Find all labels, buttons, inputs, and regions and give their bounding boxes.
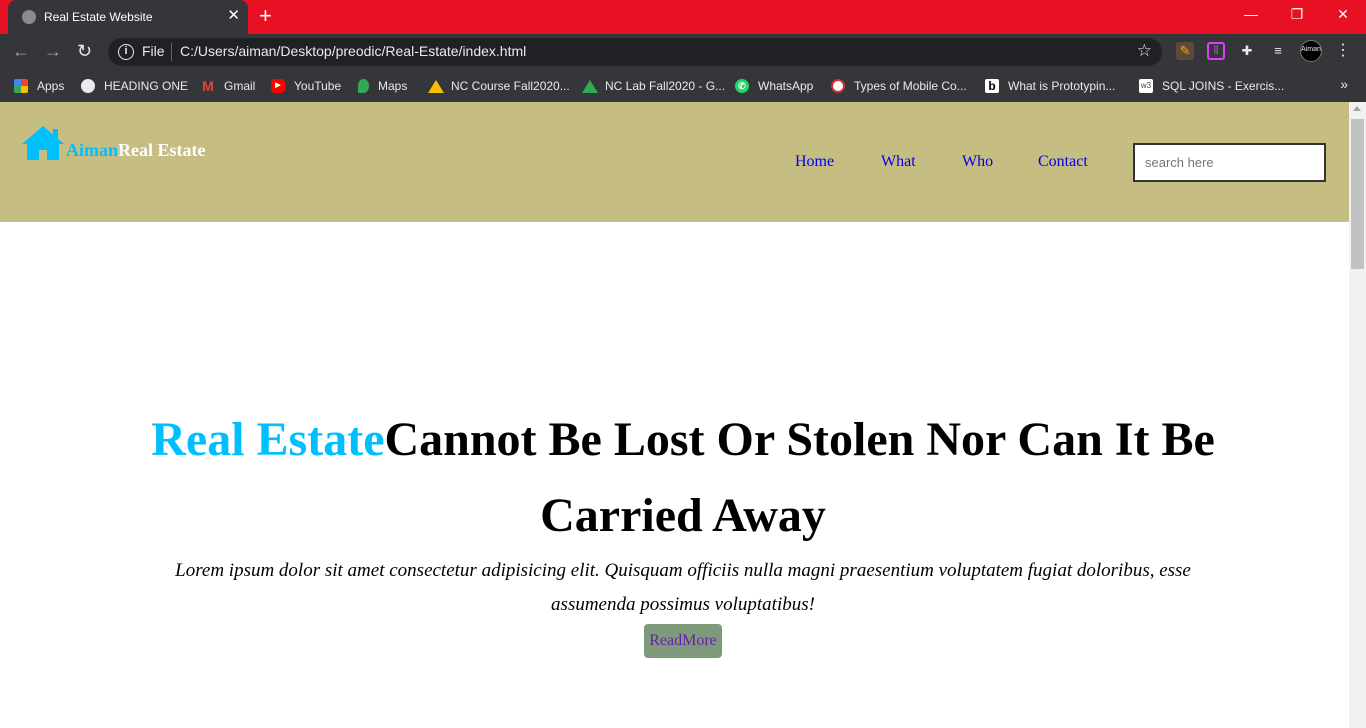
bookmark-label: Types of Mobile Co...: [854, 79, 967, 93]
search-input[interactable]: [1133, 143, 1326, 182]
globe-icon: [81, 79, 95, 93]
profile-avatar[interactable]: Aiman: [1300, 40, 1322, 62]
bookmark-label: SQL JOINS - Exercis...: [1162, 79, 1285, 93]
google-drive-icon: [582, 79, 598, 93]
browser-title-bar: Real Estate Website ✕ + — ❐ ✕: [0, 0, 1366, 34]
forward-icon[interactable]: →: [44, 41, 62, 61]
bookmark-label: HEADING ONE: [104, 79, 189, 93]
bookmarks-bar: Apps HEADING ONE M Gmail ▶ YouTube Maps …: [0, 70, 1366, 102]
read-more-button[interactable]: ReadMore: [644, 624, 722, 658]
site-icon: b: [985, 79, 999, 93]
site-logo[interactable]: Aiman Real Estate: [20, 124, 206, 162]
site-icon: [831, 79, 845, 93]
bookmark-label: What is Prototypin...: [1008, 79, 1116, 93]
tab-close-icon[interactable]: ✕: [227, 7, 240, 25]
extension-pen-icon[interactable]: ✎: [1176, 42, 1194, 60]
bookmark-star-icon[interactable]: ☆: [1137, 41, 1152, 61]
w3schools-icon: w3: [1139, 79, 1153, 93]
bookmark-mobile-types[interactable]: Types of Mobile Co...: [831, 77, 967, 95]
bookmark-nc-course[interactable]: NC Course Fall2020...: [428, 77, 570, 95]
page-viewport: Aiman Real Estate Home What Who Contact …: [0, 102, 1349, 728]
browser-toolbar: ← → ↻ i File C:/Users/aiman/Desktop/preo…: [0, 34, 1366, 70]
back-icon[interactable]: ←: [12, 41, 30, 61]
bookmark-label: WhatsApp: [758, 79, 814, 93]
browser-tab[interactable]: Real Estate Website ✕: [8, 0, 248, 34]
whatsapp-icon: ✆: [735, 79, 749, 93]
hero-section: Real EstateCannot Be Lost Or Stolen Nor …: [0, 402, 1349, 658]
hero-heading: Real EstateCannot Be Lost Or Stolen Nor …: [133, 402, 1233, 554]
restore-button[interactable]: ❐: [1277, 4, 1317, 24]
bookmark-maps[interactable]: Maps: [358, 77, 407, 95]
scheme-label: File: [142, 43, 165, 59]
bookmark-label: NC Lab Fall2020 - G...: [605, 79, 726, 93]
address-separator: [171, 43, 172, 61]
bookmark-nc-lab[interactable]: NC Lab Fall2020 - G...: [582, 77, 725, 95]
nav-who[interactable]: Who: [962, 153, 993, 171]
site-header: Aiman Real Estate Home What Who Contact: [0, 102, 1349, 222]
bookmark-youtube[interactable]: ▶ YouTube: [271, 77, 341, 95]
bookmark-prototyping[interactable]: b What is Prototypin...: [985, 77, 1115, 95]
extension-chart-icon[interactable]: ⫼: [1207, 42, 1225, 60]
hero-body: Lorem ipsum dolor sit amet consectetur a…: [175, 560, 1191, 615]
bookmark-label: YouTube: [294, 79, 342, 93]
nav-what[interactable]: What: [881, 153, 916, 171]
minimize-button[interactable]: —: [1231, 4, 1271, 24]
nav-home[interactable]: Home: [795, 153, 834, 171]
scroll-up-icon[interactable]: [1353, 106, 1361, 111]
bookmark-gmail[interactable]: M Gmail: [201, 77, 255, 95]
bookmark-label: NC Course Fall2020...: [451, 79, 570, 93]
google-drive-icon: [428, 79, 444, 93]
address-bar[interactable]: i File C:/Users/aiman/Desktop/preodic/Re…: [108, 38, 1162, 66]
media-queue-icon[interactable]: ≡: [1269, 42, 1287, 60]
url-text[interactable]: C:/Users/aiman/Desktop/preodic/Real-Esta…: [180, 43, 526, 59]
bookmark-heading-one[interactable]: HEADING ONE: [81, 77, 188, 95]
info-icon[interactable]: i: [118, 44, 134, 60]
reload-icon[interactable]: ↻: [77, 41, 92, 61]
hero-heading-accent: Real Estate: [151, 413, 385, 466]
close-window-button[interactable]: ✕: [1323, 4, 1363, 24]
page-scrollbar[interactable]: [1349, 102, 1366, 728]
bookmark-label: Apps: [37, 79, 65, 93]
tab-favicon-icon: [22, 10, 36, 24]
menu-kebab-icon[interactable]: ⋮: [1334, 42, 1352, 60]
bookmark-label: Maps: [378, 79, 408, 93]
scrollbar-thumb[interactable]: [1351, 119, 1364, 269]
brand-name-part1: Aiman: [66, 140, 119, 160]
gmail-icon: M: [202, 78, 214, 94]
hero-heading-rest: Cannot Be Lost Or Stolen Nor Can It Be C…: [384, 413, 1215, 542]
brand-name-part2: Real Estate: [118, 140, 206, 160]
new-tab-button[interactable]: +: [259, 5, 272, 27]
tab-title: Real Estate Website: [44, 10, 153, 24]
bookmark-label: Gmail: [224, 79, 256, 93]
extensions-puzzle-icon[interactable]: ✚: [1238, 42, 1256, 60]
maps-icon: [358, 79, 369, 93]
bookmark-apps[interactable]: Apps: [14, 77, 64, 95]
bookmarks-overflow-icon[interactable]: »: [1340, 76, 1348, 92]
youtube-icon: ▶: [271, 79, 285, 93]
bookmark-whatsapp[interactable]: ✆ WhatsApp: [735, 77, 813, 95]
apps-grid-icon: [14, 79, 28, 93]
nav-contact[interactable]: Contact: [1038, 153, 1088, 171]
bookmark-sql-joins[interactable]: w3 SQL JOINS - Exercis...: [1139, 77, 1284, 95]
house-icon: [22, 126, 64, 160]
